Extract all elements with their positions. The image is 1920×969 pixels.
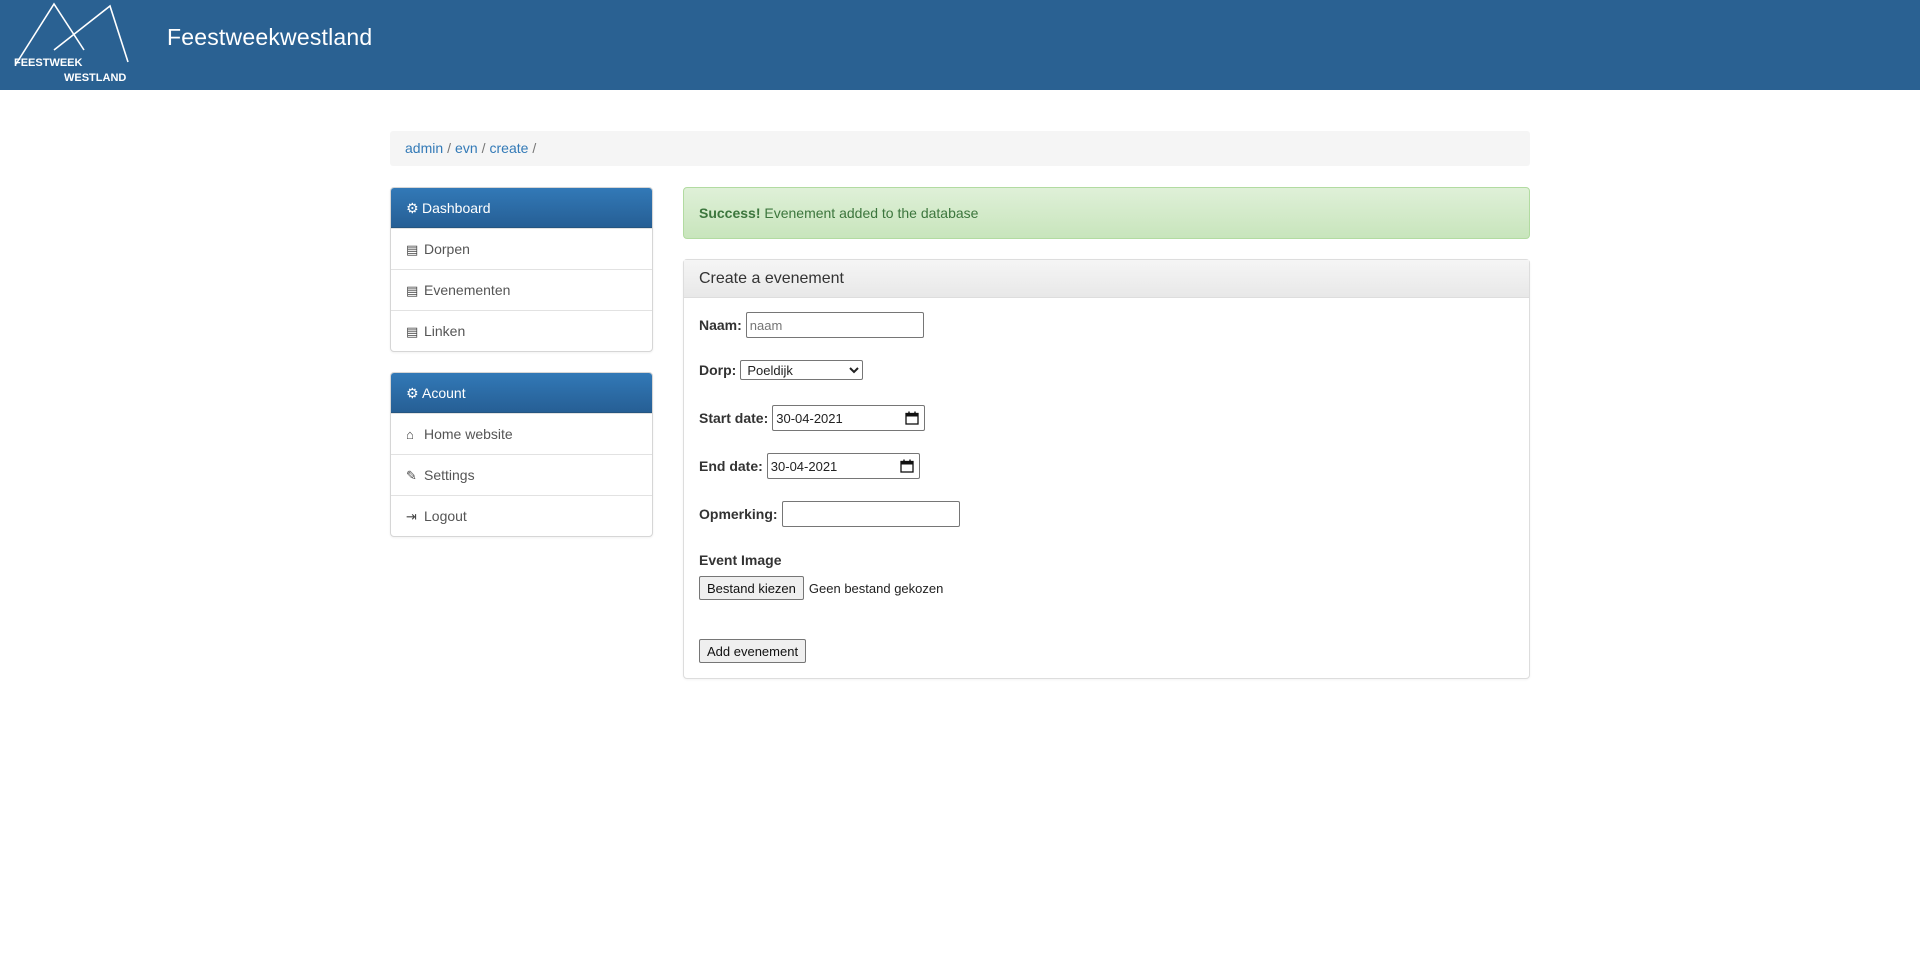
start-date-row: Start date: 30-04-2021: [699, 405, 926, 431]
sidebar-item-label: Home website: [424, 426, 513, 442]
create-evenement-panel: Create a evenement Naam: Dorp: Poeldijk …: [683, 259, 1530, 679]
sidebar-account-header: ⚙ Acount: [391, 373, 652, 413]
breadcrumb: admin / evn / create /: [390, 131, 1530, 166]
sidebar-item-label: Linken: [424, 323, 466, 339]
pencil-icon: ✎: [406, 468, 417, 483]
end-date-label: End date:: [699, 458, 763, 474]
breadcrumb-separator: /: [481, 140, 486, 156]
naam-label: Naam:: [699, 317, 742, 333]
logo-text-westland: WESTLAND: [64, 72, 126, 84]
calendar-icon[interactable]: [900, 459, 914, 473]
home-icon: ⌂: [406, 427, 414, 442]
end-date-input[interactable]: 30-04-2021: [766, 453, 920, 479]
list-icon: ▤: [406, 324, 419, 339]
add-evenement-button[interactable]: Add evenement: [699, 639, 807, 663]
breadcrumb-separator: /: [532, 140, 537, 156]
sidebar-item-settings[interactable]: ✎ Settings: [391, 454, 652, 495]
start-date-label: Start date:: [699, 410, 769, 426]
sidebar-account-title: Acount: [422, 385, 466, 401]
end-date-value: 30-04-2021: [770, 458, 838, 474]
alert-strong: Success!: [699, 205, 761, 221]
submit-row: Add evenement: [699, 639, 807, 663]
sidebar-item-logout[interactable]: ⇥ Logout: [391, 495, 652, 536]
end-date-row: End date: 30-04-2021: [699, 453, 920, 479]
logout-icon: ⇥: [406, 509, 417, 524]
breadcrumb-create[interactable]: create: [490, 140, 529, 156]
gear-icon: ⚙: [406, 385, 419, 401]
list-icon: ▤: [406, 242, 419, 257]
start-date-value: 30-04-2021: [776, 410, 843, 426]
naam-row: Naam:: [699, 312, 924, 338]
sidebar-item-label: Settings: [424, 467, 475, 483]
success-alert: Success! Evenement added to the database: [683, 187, 1530, 239]
opmerking-row: Opmerking:: [699, 501, 960, 527]
start-date-input[interactable]: 30-04-2021: [772, 405, 926, 431]
opmerking-label: Opmerking:: [699, 506, 778, 522]
alert-message: Evenement added to the database: [764, 205, 979, 221]
opmerking-input[interactable]: [781, 501, 960, 527]
breadcrumb-evn[interactable]: evn: [455, 140, 478, 156]
sidebar-item-linken[interactable]: ▤ Linken: [391, 310, 652, 351]
sidebar-dashboard-header: ⚙ Dashboard: [391, 188, 652, 228]
breadcrumb-admin[interactable]: admin: [405, 140, 443, 156]
sidebar-dashboard-title: Dashboard: [422, 200, 491, 216]
gear-icon: ⚙: [406, 200, 419, 216]
site-title[interactable]: Feestweekwestland: [167, 24, 372, 51]
choose-file-button[interactable]: Bestand kiezen: [699, 576, 804, 600]
form-title: Create a evenement: [684, 260, 1529, 298]
logo-text-feestweek: FEESTWEEK: [14, 57, 83, 69]
site-header: FEESTWEEK WESTLAND Feestweekwestland: [0, 0, 1920, 90]
event-image-label: Event Image: [699, 552, 782, 568]
sidebar-item-label: Evenementen: [424, 282, 511, 298]
sidebar-account-panel: ⚙ Acount ⌂ Home website ✎ Settings ⇥ Logout: [390, 372, 653, 537]
sidebar-item-home-website[interactable]: ⌂ Home website: [391, 413, 652, 454]
sidebar-dashboard-panel: ⚙ Dashboard ▤ Dorpen ▤ Evenementen ▤ Linken: [390, 187, 653, 352]
file-status: Geen bestand gekozen: [808, 580, 944, 596]
file-row: Bestand kiezen Geen bestand gekozen: [699, 576, 943, 600]
sidebar-item-label: Dorpen: [424, 241, 470, 257]
site-logo[interactable]: FEESTWEEK WESTLAND: [14, 0, 130, 86]
list-icon: ▤: [406, 283, 419, 298]
sidebar-item-evenementen[interactable]: ▤ Evenementen: [391, 269, 652, 310]
sidebar-item-dorpen[interactable]: ▤ Dorpen: [391, 228, 652, 269]
sidebar-item-label: Logout: [424, 508, 467, 524]
naam-input[interactable]: [745, 312, 924, 338]
dorp-row: Dorp: Poeldijk: [699, 360, 864, 380]
calendar-icon[interactable]: [905, 411, 919, 425]
dorp-select[interactable]: Poeldijk: [740, 360, 864, 380]
dorp-label: Dorp:: [699, 362, 737, 378]
breadcrumb-separator: /: [447, 140, 452, 156]
mountains-logo-icon: FEESTWEEK WESTLAND: [14, 2, 129, 84]
